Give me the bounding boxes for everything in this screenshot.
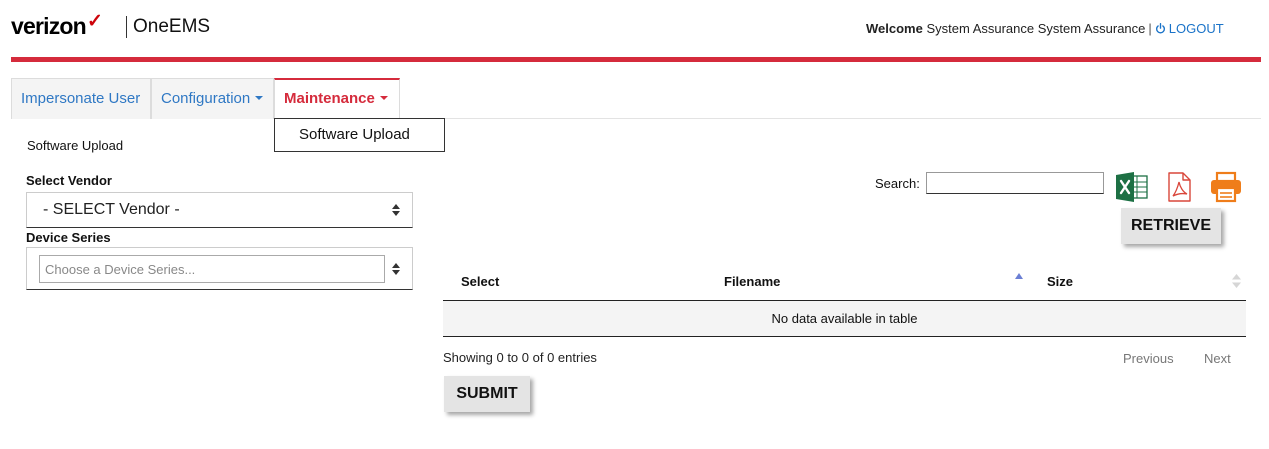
tab-label: Configuration <box>161 90 251 107</box>
select-arrows-icon <box>392 263 400 275</box>
logo-text: verizon <box>11 13 87 39</box>
tab-label: Impersonate User <box>21 90 141 107</box>
tab-maintenance[interactable]: Maintenance <box>274 78 400 119</box>
caret-down-icon <box>379 96 388 100</box>
welcome-label: Welcome <box>866 21 923 36</box>
retrieve-button[interactable]: RETRIEVE <box>1121 208 1221 244</box>
page-title: Software Upload <box>27 138 124 153</box>
excel-icon <box>1116 172 1148 202</box>
vendor-select[interactable]: - SELECT Vendor - <box>26 192 413 228</box>
search-label: Search: <box>875 176 920 191</box>
sort-ascending-icon[interactable] <box>1015 273 1023 279</box>
pdf-icon <box>1168 172 1191 202</box>
logo-check-icon: ✓ <box>86 11 103 32</box>
device-series-select[interactable] <box>26 247 413 290</box>
power-icon <box>1155 23 1165 34</box>
table-info: Showing 0 to 0 of 0 entries <box>443 350 597 365</box>
column-header-select[interactable]: Select <box>461 274 499 289</box>
pagination-previous[interactable]: Previous <box>1123 351 1174 366</box>
print-icon <box>1211 171 1241 203</box>
pagination-next[interactable]: Next <box>1204 351 1231 366</box>
export-pdf-button[interactable] <box>1163 171 1197 203</box>
vendor-label: Select Vendor <box>26 173 112 188</box>
tab-configuration[interactable]: Configuration <box>151 78 274 119</box>
export-excel-button[interactable] <box>1115 171 1149 203</box>
search-input[interactable] <box>926 172 1104 194</box>
table-empty-row: No data available in table <box>443 301 1246 337</box>
menu-item-software-upload[interactable]: Software Upload <box>274 118 445 152</box>
device-series-input[interactable] <box>39 255 385 283</box>
column-header-filename[interactable]: Filename <box>724 274 780 289</box>
caret-down-icon <box>255 96 264 100</box>
tab-impersonate-user[interactable]: Impersonate User <box>11 78 151 119</box>
logout-label: LOGOUT <box>1168 21 1224 36</box>
logout-link[interactable]: LOGOUT <box>1155 21 1224 36</box>
print-button[interactable] <box>1209 171 1243 203</box>
separator: | <box>1148 21 1152 36</box>
user-name: System Assurance System Assurance <box>926 21 1146 36</box>
brand-bar <box>11 57 1261 62</box>
column-header-size[interactable]: Size <box>1047 274 1073 289</box>
tab-label: Maintenance <box>284 90 375 107</box>
sort-both-icon[interactable] <box>1232 274 1241 288</box>
vendor-select-value: - SELECT Vendor - <box>43 201 180 218</box>
select-arrows-icon <box>392 204 400 216</box>
device-series-label: Device Series <box>26 230 111 245</box>
submit-button[interactable]: SUBMIT <box>444 376 530 412</box>
app-name: OneEMS <box>133 16 211 37</box>
verizon-logo: verizon✓ <box>11 11 103 40</box>
logo-divider <box>126 16 127 38</box>
welcome-bar: Welcome System Assurance System Assuranc… <box>866 21 1224 36</box>
